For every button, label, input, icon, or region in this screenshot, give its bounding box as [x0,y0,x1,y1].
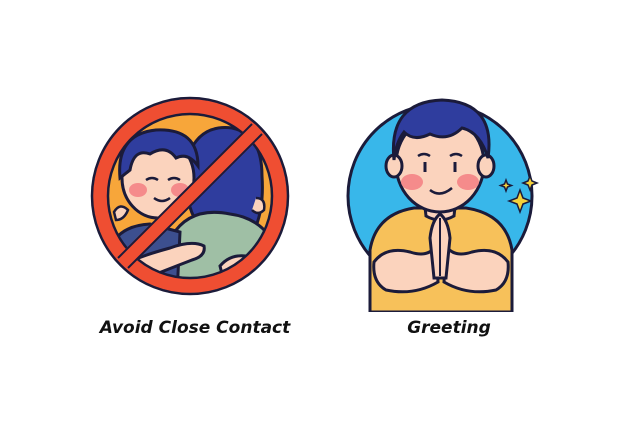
right-arm [442,241,510,294]
caption-avoid-close-contact: Avoid Close Contact [99,318,291,338]
left-arm [372,241,440,294]
illustration-canvas: Avoid Close Contact Greeting [0,0,626,436]
caption-greeting: Greeting [407,318,491,338]
no-hugging-icon [90,96,290,296]
greeting-person-icon [346,98,540,312]
